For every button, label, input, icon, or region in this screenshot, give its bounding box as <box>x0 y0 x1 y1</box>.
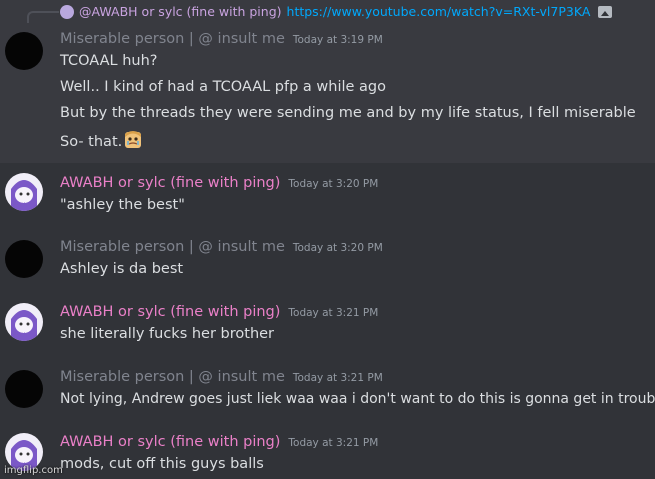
svg-text:AWABH: AWABH <box>13 202 35 209</box>
message-text: mods, cut off this guys balls <box>60 456 264 472</box>
message-text: TCOAAL huh? <box>60 53 158 69</box>
svg-text:AWABH: AWABH <box>13 332 35 339</box>
author-name[interactable]: Miserable person | @ insult me <box>60 31 285 47</box>
author-name[interactable]: AWABH or sylc (fine with ping) <box>60 434 280 450</box>
message-text: "ashley the best" <box>60 197 185 213</box>
timestamp[interactable]: Today at 3:21 PM <box>288 437 378 449</box>
message-text: Well.. I kind of had a TCOAAL pfp a whil… <box>60 79 387 95</box>
message-text: she literally fucks her brother <box>60 326 275 342</box>
reply-author[interactable]: @AWABH or sylc (fine with ping) <box>79 4 282 19</box>
reply-link[interactable]: https://www.youtube.com/watch?v=RXt-vl7P… <box>287 4 591 19</box>
author-name[interactable]: AWABH or sylc (fine with ping) <box>60 175 280 191</box>
avatar[interactable]: AWABH <box>5 303 43 341</box>
avatar[interactable] <box>5 32 43 70</box>
author-name[interactable]: Miserable person | @ insult me <box>60 239 285 255</box>
avatar[interactable] <box>5 240 43 278</box>
message-group: AWABH AWABH or sylc (fine with ping) Toda… <box>0 163 655 228</box>
message-header: Miserable person | @ insult me Today at 3… <box>60 369 383 385</box>
message-group: Miserable person | @ insult me Today at 3… <box>0 358 655 423</box>
timestamp[interactable]: Today at 3:20 PM <box>293 242 383 254</box>
avatar[interactable] <box>5 370 43 408</box>
timestamp[interactable]: Today at 3:19 PM <box>293 34 383 46</box>
crying-face-emoji-icon[interactable] <box>124 131 142 149</box>
timestamp[interactable]: Today at 3:21 PM <box>288 307 378 319</box>
message-text: Not lying, Andrew goes just liek waa waa… <box>60 391 655 407</box>
message-text: Ashley is da best <box>60 261 184 277</box>
reply-avatar-icon <box>60 4 74 19</box>
reply-connector <box>27 11 59 23</box>
timestamp[interactable]: Today at 3:21 PM <box>293 372 383 384</box>
message-header: AWABH or sylc (fine with ping) Today at 3… <box>60 175 378 191</box>
message-group: Miserable person | @ insult me Today at 3… <box>0 228 655 293</box>
message-group: AWABH AWABH or sylc (fine with ping) Toda… <box>0 423 655 479</box>
message-header: Miserable person | @ insult me Today at 3… <box>60 239 383 255</box>
message-group: AWABH AWABH or sylc (fine with ping) Toda… <box>0 293 655 358</box>
message-header: AWABH or sylc (fine with ping) Today at 3… <box>60 304 378 320</box>
message-text: But by the threads they were sending me … <box>60 105 636 121</box>
watermark: imgflip.com <box>4 465 63 476</box>
author-name[interactable]: Miserable person | @ insult me <box>60 369 285 385</box>
timestamp[interactable]: Today at 3:20 PM <box>288 178 378 190</box>
message-header: AWABH or sylc (fine with ping) Today at 3… <box>60 434 378 450</box>
author-name[interactable]: AWABH or sylc (fine with ping) <box>60 304 280 320</box>
image-icon <box>598 5 613 18</box>
reply-preview[interactable]: @AWABH or sylc (fine with ping) https://… <box>60 4 613 19</box>
message-line: So- that. <box>60 131 142 150</box>
message-text: So- that. <box>60 134 123 150</box>
message-group: @AWABH or sylc (fine with ping) https://… <box>0 0 655 163</box>
avatar[interactable]: AWABH <box>5 173 43 211</box>
message-header: Miserable person | @ insult me Today at 3… <box>60 31 383 47</box>
